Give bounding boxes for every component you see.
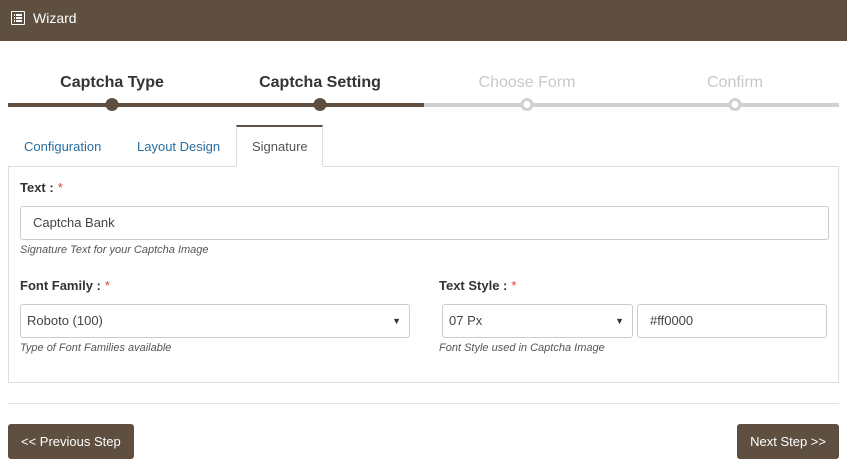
tab-signature[interactable]: Signature [236, 125, 323, 167]
required-mark: * [104, 278, 110, 293]
tab-layout-design[interactable]: Layout Design [122, 125, 235, 167]
page-title: Wizard [33, 10, 77, 26]
required-mark: * [511, 278, 517, 293]
step-captcha-setting-label: Captcha Setting [259, 74, 381, 91]
next-step-button[interactable]: Next Step >> [737, 424, 839, 459]
chevron-down-icon: ▼ [615, 316, 624, 326]
font-size-value: 07 Px [449, 313, 483, 328]
font-family-select[interactable]: Roboto (100) ▼ [20, 304, 410, 338]
text-color-input[interactable]: #ff0000 [637, 304, 827, 338]
top-bar: Wizard [0, 0, 847, 41]
font-family-help: Type of Font Families available [20, 342, 172, 354]
step-confirm-dot [728, 98, 742, 111]
list-icon [11, 11, 25, 25]
tab-configuration[interactable]: Configuration [9, 125, 116, 167]
text-field-label: Text : * [20, 180, 63, 195]
signature-text-help: Signature Text for your Captcha Image [20, 244, 209, 256]
divider [8, 403, 839, 404]
text-style-label: Text Style : * [439, 278, 517, 293]
step-captcha-setting-dot [313, 98, 327, 111]
step-captcha-type-dot [105, 98, 119, 111]
font-family-label: Font Family : * [20, 278, 110, 293]
signature-panel: Text : * Captcha Bank Signature Text for … [8, 166, 839, 383]
required-mark: * [57, 180, 63, 195]
chevron-down-icon: ▼ [392, 316, 401, 326]
step-choose-form-label: Choose Form [478, 74, 576, 91]
settings-tabs: Configuration Layout Design Signature [8, 125, 839, 167]
step-captcha-type-label: Captcha Type [60, 74, 164, 91]
font-family-value: Roboto (100) [27, 313, 103, 328]
signature-text-input[interactable]: Captcha Bank [20, 206, 829, 240]
font-size-select[interactable]: 07 Px ▼ [442, 304, 633, 338]
wizard-steps: Captcha Type Captcha Setting Choose Form… [8, 60, 839, 120]
step-confirm-label: Confirm [706, 74, 764, 91]
step-choose-form-dot [520, 98, 534, 111]
text-style-help: Font Style used in Captcha Image [439, 342, 605, 354]
progress-fill [8, 103, 424, 107]
previous-step-button[interactable]: << Previous Step [8, 424, 134, 459]
